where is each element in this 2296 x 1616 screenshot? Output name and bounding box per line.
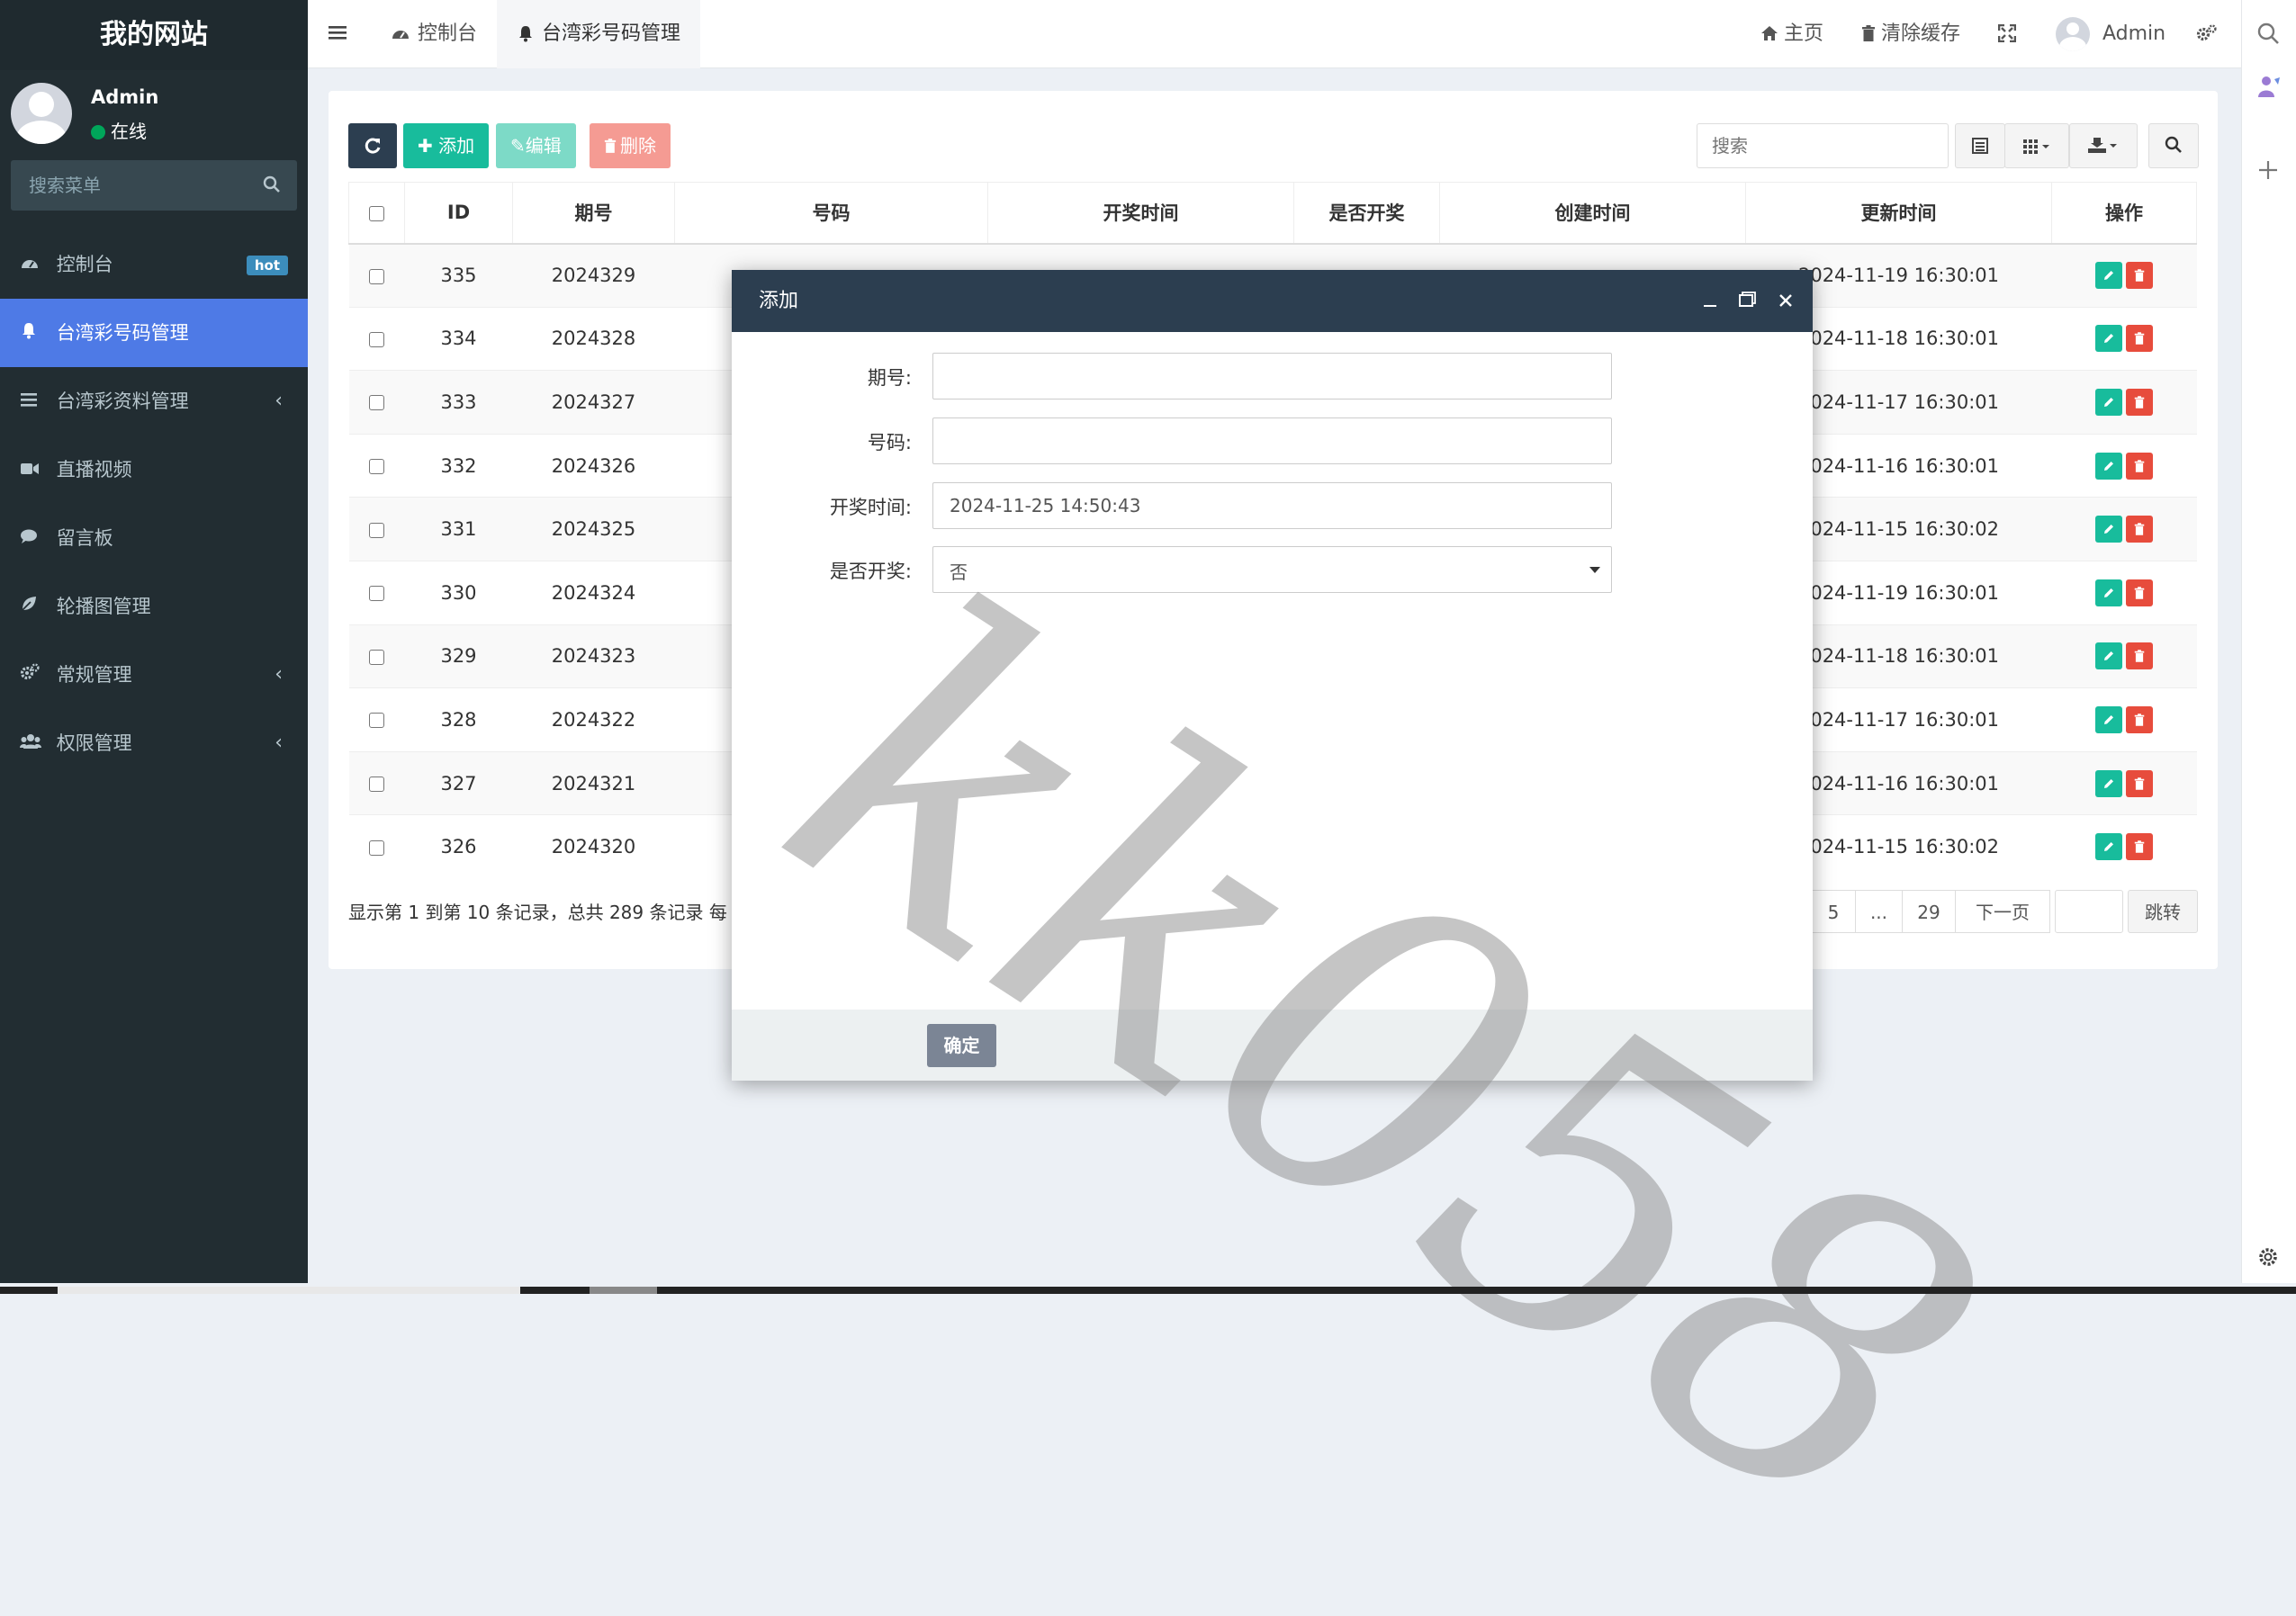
dialog-header: 添加 xyxy=(732,270,1813,332)
close-icon[interactable] xyxy=(1778,270,1794,332)
form-row-period: 期号: xyxy=(732,353,1813,400)
dialog-title: 添加 xyxy=(759,290,799,312)
number-input[interactable] xyxy=(933,418,1611,463)
period-field-box xyxy=(932,353,1612,400)
minimize-icon[interactable] xyxy=(1702,270,1718,332)
drawn-label: 是否开奖: xyxy=(829,561,912,582)
draw-time-input[interactable] xyxy=(933,483,1611,528)
add-dialog: 添加 期号: 号码: 开奖时间: 是否开奖: 否 确定 xyxy=(732,270,1813,1081)
form-row-draw-time: 开奖时间: xyxy=(732,482,1813,529)
number-label: 号码: xyxy=(867,432,912,453)
number-field-box xyxy=(932,417,1612,464)
drawn-selected-value: 否 xyxy=(950,561,968,583)
bottom-scrollbar[interactable] xyxy=(0,1287,2296,1294)
maximize-icon[interactable] xyxy=(1738,270,1756,332)
drawn-select[interactable]: 否 xyxy=(932,546,1612,593)
draw-time-label: 开奖时间: xyxy=(829,497,912,518)
period-input[interactable] xyxy=(933,354,1611,399)
scrollbar-thumb[interactable] xyxy=(590,1287,657,1294)
caret-down-icon xyxy=(1589,567,1600,573)
draw-time-field-box xyxy=(932,482,1612,529)
period-label: 期号: xyxy=(867,367,912,389)
dialog-footer: 确定 xyxy=(732,1010,1813,1081)
confirm-button[interactable]: 确定 xyxy=(927,1024,996,1067)
form-row-drawn: 是否开奖: 否 xyxy=(732,546,1813,593)
scrollbar-segment xyxy=(58,1287,520,1294)
form-row-number: 号码: xyxy=(732,417,1813,464)
